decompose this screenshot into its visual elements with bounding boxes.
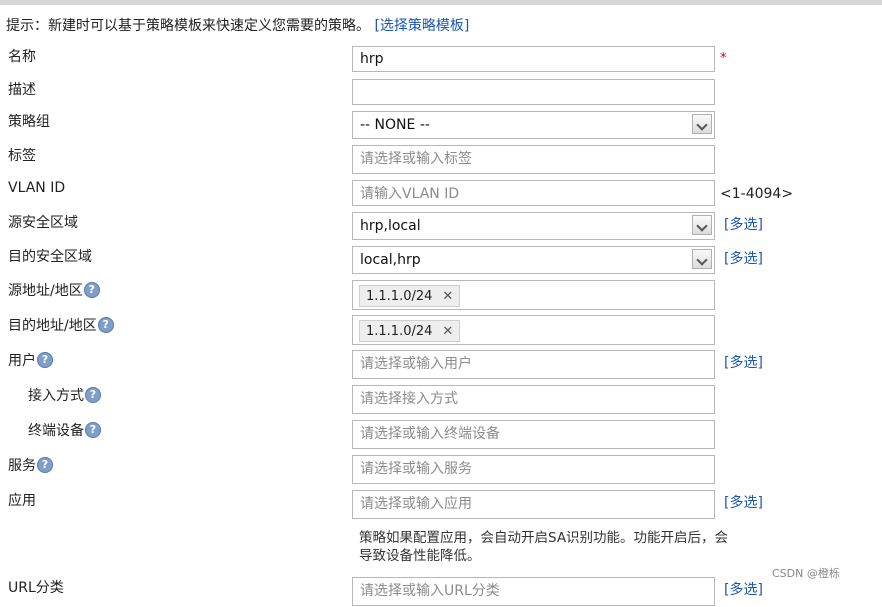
row-dest-zone: 目的安全区域 local,hrp [多选] bbox=[0, 246, 882, 276]
help-icon[interactable]: ? bbox=[85, 387, 101, 403]
terminal-label: 终端设备? bbox=[28, 420, 101, 440]
row-access-mode: 接入方式? 请选择接入方式 bbox=[0, 385, 882, 415]
source-zone-value: hrp,local bbox=[360, 218, 421, 234]
url-category-label: URL分类 bbox=[8, 580, 64, 596]
help-icon[interactable]: ? bbox=[97, 317, 114, 333]
user-label: 用户? bbox=[8, 350, 53, 370]
description-label: 描述 bbox=[8, 82, 36, 98]
vlan-range: <1-4094> bbox=[720, 186, 794, 202]
help-icon[interactable]: ? bbox=[37, 457, 53, 473]
row-application: 应用 请选择或输入应用 [多选] bbox=[0, 490, 882, 520]
name-input[interactable]: hrp bbox=[352, 46, 715, 72]
access-mode-label-text: 接入方式 bbox=[28, 388, 84, 404]
row-service: 服务? 请选择或输入服务 bbox=[0, 455, 882, 485]
row-vlan: VLAN ID 请输入VLAN ID <1-4094> bbox=[0, 180, 882, 210]
row-source-address: 源地址/地区? 1.1.1.0/24 ✕ bbox=[0, 280, 882, 310]
source-address-label: 源地址/地区? bbox=[8, 280, 100, 300]
help-icon[interactable]: ? bbox=[85, 422, 101, 438]
help-icon[interactable]: ? bbox=[83, 282, 100, 298]
tags-input[interactable]: 请选择或输入标签 bbox=[352, 145, 715, 174]
dest-address-tag-text: 1.1.1.0/24 bbox=[366, 323, 433, 339]
row-policy-group: 策略组 -- NONE -- bbox=[0, 111, 882, 141]
dest-address-label-text: 目的地址/地区 bbox=[8, 318, 97, 334]
select-template-link[interactable]: [选择策略模板] bbox=[374, 18, 469, 34]
row-dest-address: 目的地址/地区? 1.1.1.0/24 ✕ bbox=[0, 315, 882, 345]
remove-icon[interactable]: ✕ bbox=[442, 324, 453, 339]
row-description: 描述 bbox=[0, 79, 882, 109]
service-input[interactable]: 请选择或输入服务 bbox=[352, 455, 715, 484]
application-note: 策略如果配置应用，会自动开启SA识别功能。功能开启后，会导致设备性能降低。 bbox=[359, 530, 729, 564]
terminal-label-text: 终端设备 bbox=[28, 423, 84, 439]
source-zone-label: 源安全区域 bbox=[8, 215, 78, 231]
application-label: 应用 bbox=[8, 493, 36, 509]
description-input[interactable] bbox=[352, 79, 715, 105]
dest-zone-select[interactable]: local,hrp bbox=[352, 246, 715, 274]
name-label: 名称 bbox=[8, 49, 36, 65]
source-address-tag: 1.1.1.0/24 ✕ bbox=[359, 285, 461, 307]
application-input[interactable]: 请选择或输入应用 bbox=[352, 490, 715, 519]
source-zone-select[interactable]: hrp,local bbox=[352, 212, 715, 240]
user-label-text: 用户 bbox=[8, 353, 36, 369]
url-category-input[interactable]: 请选择或输入URL分类 bbox=[352, 577, 715, 606]
terminal-input[interactable]: 请选择或输入终端设备 bbox=[352, 420, 715, 449]
vlan-label: VLAN ID bbox=[8, 180, 66, 196]
service-label: 服务? bbox=[8, 455, 53, 475]
user-multi-link[interactable]: [多选] bbox=[724, 352, 763, 372]
application-multi-link[interactable]: [多选] bbox=[724, 492, 763, 512]
dest-zone-multi-link[interactable]: [多选] bbox=[724, 248, 763, 268]
dest-address-tag: 1.1.1.0/24 ✕ bbox=[359, 320, 461, 342]
policy-group-select[interactable]: -- NONE -- bbox=[352, 111, 715, 139]
top-border bbox=[0, 0, 882, 5]
dest-zone-value: local,hrp bbox=[360, 252, 421, 268]
template-hint: 提示：新建时可以基于策略模板来快速定义您需要的策略。 [选择策略模板] bbox=[6, 15, 469, 35]
policy-group-label: 策略组 bbox=[8, 114, 50, 130]
source-address-input[interactable]: 1.1.1.0/24 ✕ bbox=[352, 280, 715, 310]
remove-icon[interactable]: ✕ bbox=[442, 289, 453, 304]
chevron-down-icon[interactable] bbox=[692, 249, 712, 269]
chevron-down-icon[interactable] bbox=[692, 215, 712, 235]
access-mode-input[interactable]: 请选择接入方式 bbox=[352, 385, 715, 414]
row-user: 用户? 请选择或输入用户 [多选] bbox=[0, 350, 882, 380]
row-tags: 标签 请选择或输入标签 bbox=[0, 145, 882, 175]
service-label-text: 服务 bbox=[8, 458, 36, 474]
access-mode-label: 接入方式? bbox=[28, 385, 101, 405]
hint-text: 提示：新建时可以基于策略模板来快速定义您需要的策略。 bbox=[6, 18, 370, 34]
required-mark: * bbox=[720, 51, 727, 66]
vlan-input[interactable]: 请输入VLAN ID bbox=[352, 180, 715, 206]
tags-label: 标签 bbox=[8, 148, 36, 164]
row-name: 名称 hrp * bbox=[0, 46, 882, 76]
row-terminal: 终端设备? 请选择或输入终端设备 bbox=[0, 420, 882, 450]
policy-group-value: -- NONE -- bbox=[360, 117, 430, 133]
user-input[interactable]: 请选择或输入用户 bbox=[352, 350, 715, 379]
dest-address-input[interactable]: 1.1.1.0/24 ✕ bbox=[352, 315, 715, 345]
row-url-category: URL分类 请选择或输入URL分类 [多选] bbox=[0, 577, 882, 607]
dest-zone-label: 目的安全区域 bbox=[8, 249, 92, 265]
row-source-zone: 源安全区域 hrp,local [多选] bbox=[0, 212, 882, 242]
source-address-label-text: 源地址/地区 bbox=[8, 283, 83, 299]
url-category-multi-link[interactable]: [多选] bbox=[724, 579, 763, 599]
chevron-down-icon[interactable] bbox=[692, 114, 712, 134]
source-zone-multi-link[interactable]: [多选] bbox=[724, 214, 763, 234]
help-icon[interactable]: ? bbox=[37, 352, 53, 368]
watermark: CSDN @橙栎 bbox=[772, 567, 840, 580]
source-address-tag-text: 1.1.1.0/24 bbox=[366, 288, 433, 304]
dest-address-label: 目的地址/地区? bbox=[8, 315, 114, 335]
